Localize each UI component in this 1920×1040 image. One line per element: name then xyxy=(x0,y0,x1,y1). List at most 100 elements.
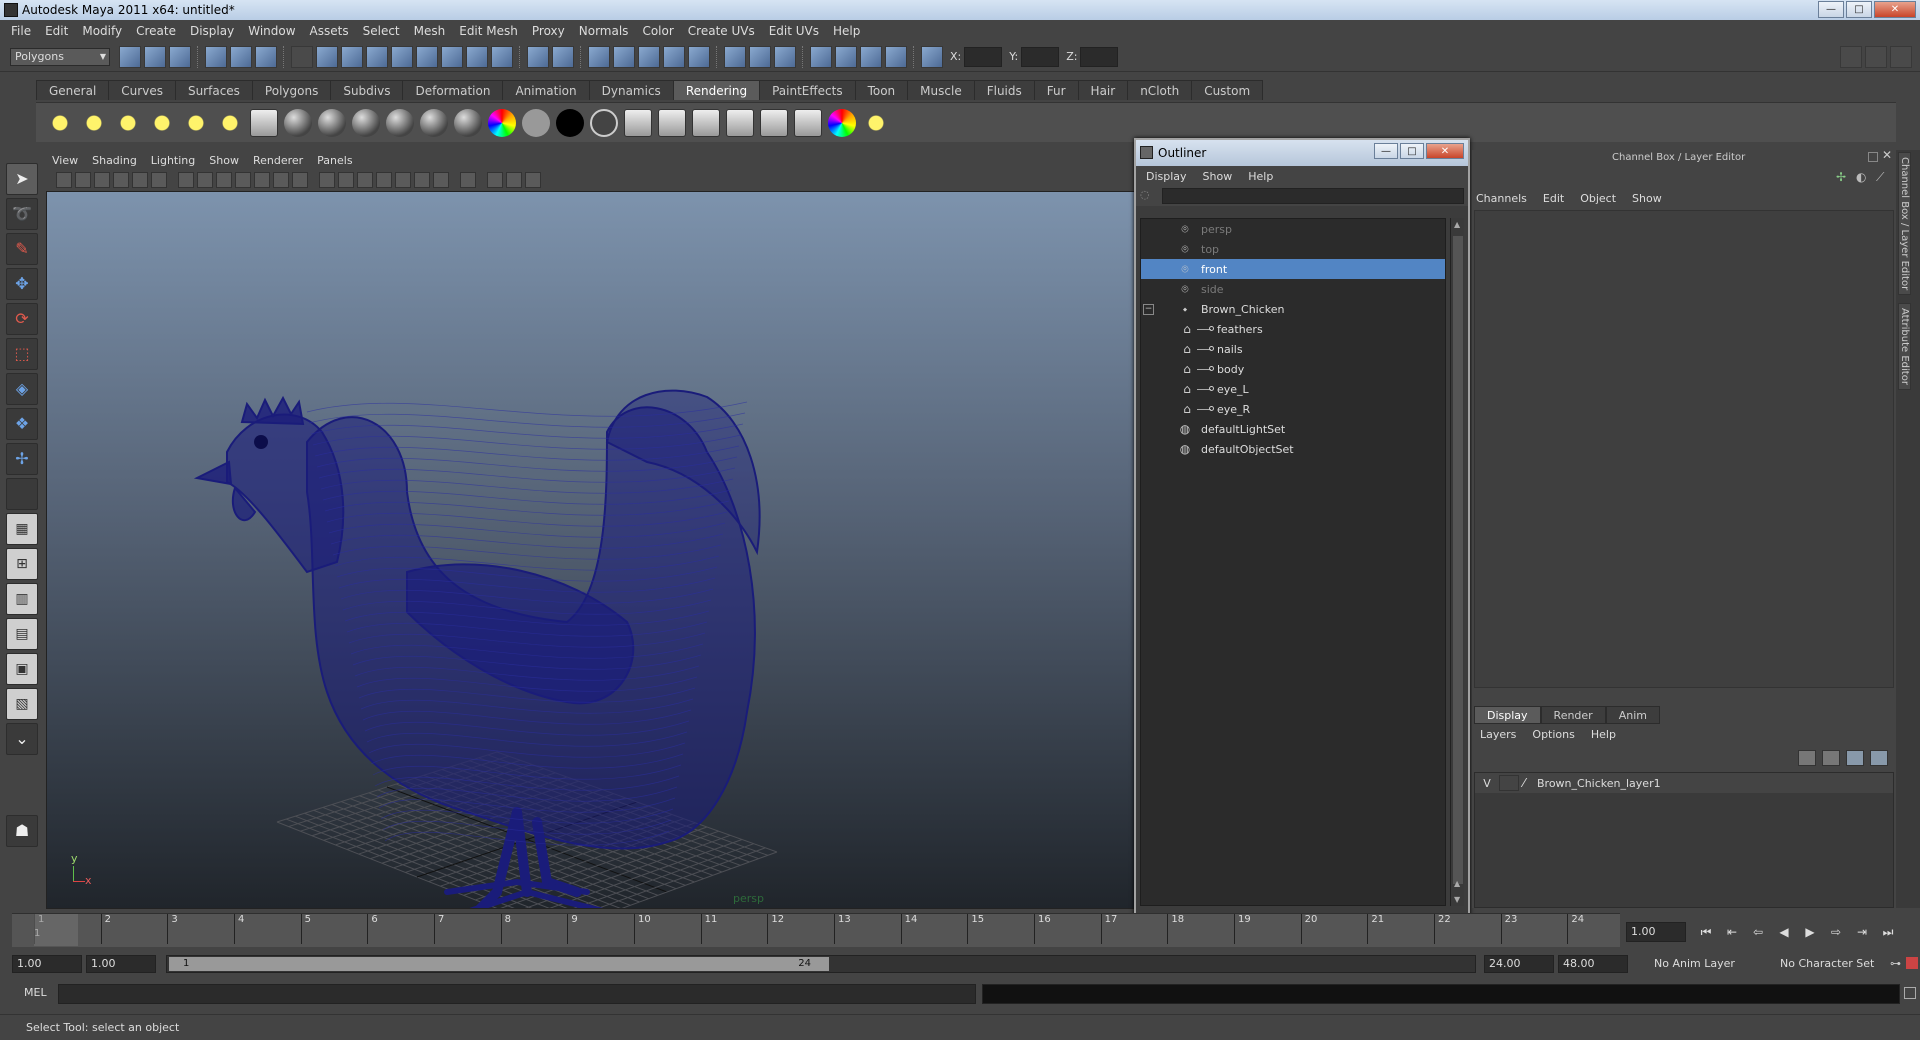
move-layer-down-icon[interactable] xyxy=(1822,750,1840,766)
point-light-icon[interactable] xyxy=(114,108,142,137)
paint-select-tool-icon[interactable]: ✎ xyxy=(6,233,38,265)
outliner-item[interactable]: ⌂ eye_L xyxy=(1141,379,1445,399)
all-lights-icon[interactable] xyxy=(414,172,430,188)
lambert-shader-icon[interactable] xyxy=(352,108,380,137)
time-slider[interactable]: 1 12345678910111213141516171819202122232… xyxy=(12,913,1620,947)
minimize-button[interactable]: — xyxy=(1818,1,1844,18)
select-misc-icon[interactable] xyxy=(491,45,513,68)
directional-light-icon[interactable] xyxy=(80,108,108,137)
menu-edit-mesh[interactable]: Edit Mesh xyxy=(452,24,525,38)
select-surfaces-icon[interactable] xyxy=(391,45,413,68)
single-perspective-layout-icon[interactable]: ▦ xyxy=(6,513,38,545)
safe-title-icon[interactable] xyxy=(292,172,308,188)
range-slider[interactable]: 1 24 xyxy=(166,955,1476,973)
paint-canvas-icon[interactable] xyxy=(828,108,856,137)
construction-history-icon[interactable] xyxy=(749,45,771,68)
outliner-menu-show[interactable]: Show xyxy=(1203,170,1233,183)
four-view-layout-icon[interactable]: ⊞ xyxy=(6,548,38,580)
outliner-minimize-button[interactable]: — xyxy=(1374,143,1398,159)
area-light-icon[interactable] xyxy=(182,108,210,137)
viewport-menu-show[interactable]: Show xyxy=(209,154,239,167)
filter-options-icon[interactable]: ◌ xyxy=(1140,188,1156,204)
layer-row[interactable]: V ⁄ Brown_Chicken_layer1 xyxy=(1475,773,1893,793)
step-forward-key-icon[interactable]: ⇨ xyxy=(1826,924,1846,940)
outliner-item[interactable]: ◍ defaultLightSet xyxy=(1141,419,1445,439)
render-settings-shelf-icon[interactable] xyxy=(726,108,754,137)
menu-edit-uvs[interactable]: Edit UVs xyxy=(762,24,826,38)
film-gate-icon[interactable] xyxy=(197,172,213,188)
viewport-menu-view[interactable]: View xyxy=(52,154,78,167)
x-field[interactable] xyxy=(964,46,1003,67)
outliner-filter-input[interactable] xyxy=(1162,188,1464,204)
camera-attributes-icon[interactable] xyxy=(75,172,91,188)
go-to-end-icon[interactable]: ⏭ xyxy=(1878,924,1898,940)
outliner-item[interactable]: ⌂ body xyxy=(1141,359,1445,379)
select-joints-icon[interactable] xyxy=(341,45,363,68)
grid-toggle-icon[interactable] xyxy=(178,172,194,188)
scroll-down-icon[interactable]: ▲ xyxy=(1454,879,1460,888)
anisotropic-shader-icon[interactable] xyxy=(284,108,312,137)
shelf-tab-deformation[interactable]: Deformation xyxy=(402,80,504,100)
layer-tab-anim[interactable]: Anim xyxy=(1605,706,1660,724)
hyperbolic-toggle-icon[interactable]: ⟋ xyxy=(1876,170,1884,185)
xray-icon[interactable] xyxy=(487,172,503,188)
ipr-render-icon[interactable] xyxy=(860,45,882,68)
lasso-tool-icon[interactable]: ➰ xyxy=(6,198,38,230)
persp-outliner-layout-icon[interactable]: ▥ xyxy=(6,583,38,615)
volume-light-icon[interactable] xyxy=(216,108,244,137)
range-slider-thumb[interactable]: 1 24 xyxy=(169,957,829,971)
resolution-gate-icon[interactable] xyxy=(216,172,232,188)
outliner-item[interactable]: ⌂ feathers xyxy=(1141,319,1445,339)
select-handles-icon[interactable] xyxy=(316,45,338,68)
layer-tab-display[interactable]: Display xyxy=(1474,706,1541,724)
play-forwards-icon[interactable]: ▶ xyxy=(1800,924,1820,940)
grease-pencil-icon[interactable] xyxy=(151,172,167,188)
outliner-item[interactable]: ⌂ nails xyxy=(1141,339,1445,359)
spot-light-icon[interactable] xyxy=(148,108,176,137)
move-layer-up-icon[interactable] xyxy=(1798,750,1816,766)
field-chart-icon[interactable] xyxy=(254,172,270,188)
shelf-tab-animation[interactable]: Animation xyxy=(502,80,590,100)
snap-point-icon[interactable] xyxy=(638,45,660,68)
shelf-tab-curves[interactable]: Curves xyxy=(108,80,176,100)
gate-mask-icon[interactable] xyxy=(235,172,251,188)
select-curves-icon[interactable] xyxy=(366,45,388,68)
menu-create[interactable]: Create xyxy=(129,24,183,38)
hotbox-icon[interactable]: ☗ xyxy=(6,815,38,847)
hypershade-icon[interactable] xyxy=(760,108,788,137)
persp-graph-layout-icon[interactable]: ▤ xyxy=(6,618,38,650)
outliner-item[interactable]: ⌾ side xyxy=(1141,279,1445,299)
outliner-vertical-scrollbar[interactable]: ▲ ▲ ▼ xyxy=(1450,218,1464,906)
shelf-tab-toon[interactable]: Toon xyxy=(854,80,909,100)
animation-end-field[interactable]: 48.00 xyxy=(1558,955,1628,973)
layered-shader-icon[interactable] xyxy=(454,108,482,137)
create-empty-layer-icon[interactable] xyxy=(1846,750,1864,766)
move-tool-icon[interactable]: ✥ xyxy=(6,268,38,300)
outliner-close-button[interactable]: ✕ xyxy=(1426,143,1464,159)
rotate-tool-icon[interactable]: ⟳ xyxy=(6,303,38,335)
layer-type-toggle[interactable] xyxy=(1499,775,1519,791)
transform-field-icon[interactable] xyxy=(921,45,943,68)
last-tool-used-icon[interactable] xyxy=(6,478,38,510)
select-camera-icon[interactable] xyxy=(56,172,72,188)
viewport-menu-renderer[interactable]: Renderer xyxy=(253,154,303,167)
outliner-item[interactable]: ◍ defaultObjectSet xyxy=(1141,439,1445,459)
universal-manipulator-icon[interactable]: ◈ xyxy=(6,373,38,405)
shelf-tab-general[interactable]: General xyxy=(36,80,110,100)
lock-selection-icon[interactable] xyxy=(527,45,549,68)
highlight-selection-icon[interactable] xyxy=(552,45,574,68)
shelf-tab-custom[interactable]: Custom xyxy=(1191,80,1264,100)
shelf-tab-surfaces[interactable]: Surfaces xyxy=(174,80,253,100)
shelf-tab-fur[interactable]: Fur xyxy=(1033,80,1079,100)
ipr-render-shelf-icon[interactable] xyxy=(658,108,686,137)
channel-box-menu-object[interactable]: Object xyxy=(1580,192,1616,205)
viewport-menu-shading[interactable]: Shading xyxy=(92,154,137,167)
use-background-icon[interactable] xyxy=(590,108,618,137)
playback-end-field[interactable]: 24.00 xyxy=(1484,955,1554,973)
perspective-viewport[interactable]: y x persp xyxy=(46,191,1136,909)
play-backwards-icon[interactable]: ◀ xyxy=(1774,924,1794,940)
step-back-frame-icon[interactable]: ⇤ xyxy=(1722,924,1742,940)
open-scene-icon[interactable] xyxy=(144,45,166,68)
select-hierarchy-icon[interactable] xyxy=(205,45,227,68)
phong-shader-icon[interactable] xyxy=(386,108,414,137)
